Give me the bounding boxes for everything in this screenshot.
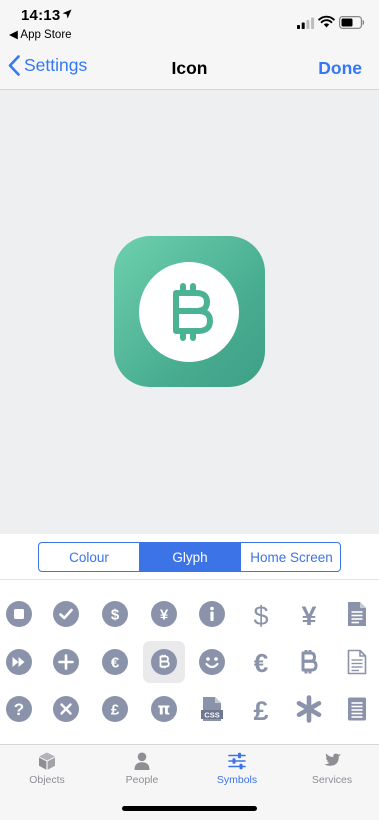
back-to-app-store[interactable]: ◀ App Store bbox=[9, 27, 72, 41]
sliders-icon bbox=[228, 752, 246, 770]
tab-people[interactable]: People bbox=[95, 745, 189, 795]
asterisk-icon[interactable] bbox=[288, 688, 330, 730]
fast-forward-circle-icon[interactable] bbox=[0, 641, 40, 683]
css-file-icon[interactable]: CSS bbox=[191, 688, 233, 730]
svg-text:€: € bbox=[254, 648, 268, 676]
person-icon bbox=[134, 752, 150, 770]
smiley-circle-icon[interactable] bbox=[191, 641, 233, 683]
home-indicator bbox=[122, 806, 257, 811]
tab-label: Symbols bbox=[216, 774, 258, 786]
app-icon-preview bbox=[114, 236, 265, 387]
divider bbox=[0, 579, 379, 580]
tab-services[interactable]: Services bbox=[285, 745, 379, 795]
svg-text:€: € bbox=[111, 655, 120, 672]
svg-text:$: $ bbox=[253, 601, 268, 628]
svg-text:CSS: CSS bbox=[204, 710, 219, 719]
notes-icon[interactable] bbox=[336, 688, 378, 730]
svg-text:£: £ bbox=[253, 696, 268, 723]
tab-label: People bbox=[125, 774, 159, 786]
cube-icon bbox=[39, 752, 55, 770]
yen-circle-icon[interactable]: ¥ bbox=[143, 593, 185, 635]
pi-circle-icon[interactable]: π bbox=[143, 688, 185, 730]
svg-text:¥: ¥ bbox=[160, 607, 169, 624]
tab-objects[interactable]: Objects bbox=[0, 745, 94, 795]
info-circle-icon[interactable] bbox=[191, 593, 233, 635]
document-outline-icon[interactable] bbox=[336, 641, 378, 683]
plus-circle-icon[interactable] bbox=[45, 641, 87, 683]
dollar-circle-icon[interactable]: $ bbox=[94, 593, 136, 635]
icon-glyph-circle bbox=[139, 262, 239, 362]
segment-home-screen[interactable]: Home Screen bbox=[240, 543, 340, 571]
svg-text:£: £ bbox=[111, 702, 120, 719]
x-circle-icon[interactable] bbox=[45, 688, 87, 730]
svg-text:?: ? bbox=[14, 700, 24, 719]
navigation-bar: Settings Icon Done bbox=[0, 46, 379, 90]
question-circle-icon[interactable]: ? bbox=[0, 688, 40, 730]
euro-sign-icon[interactable]: € bbox=[240, 641, 282, 683]
icon-preview-area bbox=[0, 90, 379, 534]
document-icon[interactable] bbox=[336, 593, 378, 635]
bitcoin-icon bbox=[173, 283, 213, 341]
bitcoin-sign-icon[interactable] bbox=[288, 641, 330, 683]
svg-text:π: π bbox=[158, 700, 171, 719]
svg-text:$: $ bbox=[111, 607, 120, 624]
bird-icon bbox=[324, 753, 341, 766]
done-button[interactable]: Done bbox=[318, 58, 362, 79]
bitcoin-circle-icon[interactable] bbox=[143, 641, 185, 683]
stop-circle-icon[interactable] bbox=[0, 593, 40, 635]
battery-icon bbox=[339, 16, 365, 29]
icon-mode-segmented-control: Colour Glyph Home Screen bbox=[38, 542, 341, 572]
segment-glyph[interactable]: Glyph bbox=[139, 543, 240, 571]
pound-circle-icon[interactable]: £ bbox=[94, 688, 136, 730]
tab-symbols[interactable]: Symbols bbox=[190, 745, 284, 795]
pound-sign-icon[interactable]: £ bbox=[240, 688, 282, 730]
checkmark-circle-icon[interactable] bbox=[45, 593, 87, 635]
tab-label: Services bbox=[311, 774, 353, 786]
cellular-signal-icon bbox=[297, 17, 315, 29]
wifi-icon bbox=[318, 15, 335, 28]
segment-colour[interactable]: Colour bbox=[39, 543, 139, 571]
dollar-sign-icon[interactable]: $ bbox=[240, 593, 282, 635]
status-time: 14:13 bbox=[21, 7, 61, 24]
euro-circle-icon[interactable]: € bbox=[94, 641, 136, 683]
tab-label: Objects bbox=[29, 774, 65, 786]
status-bar: 14:13 ◀ App Store bbox=[0, 0, 379, 46]
svg-text:¥: ¥ bbox=[301, 601, 316, 628]
yen-sign-icon[interactable]: ¥ bbox=[288, 593, 330, 635]
location-arrow-icon bbox=[62, 9, 72, 19]
